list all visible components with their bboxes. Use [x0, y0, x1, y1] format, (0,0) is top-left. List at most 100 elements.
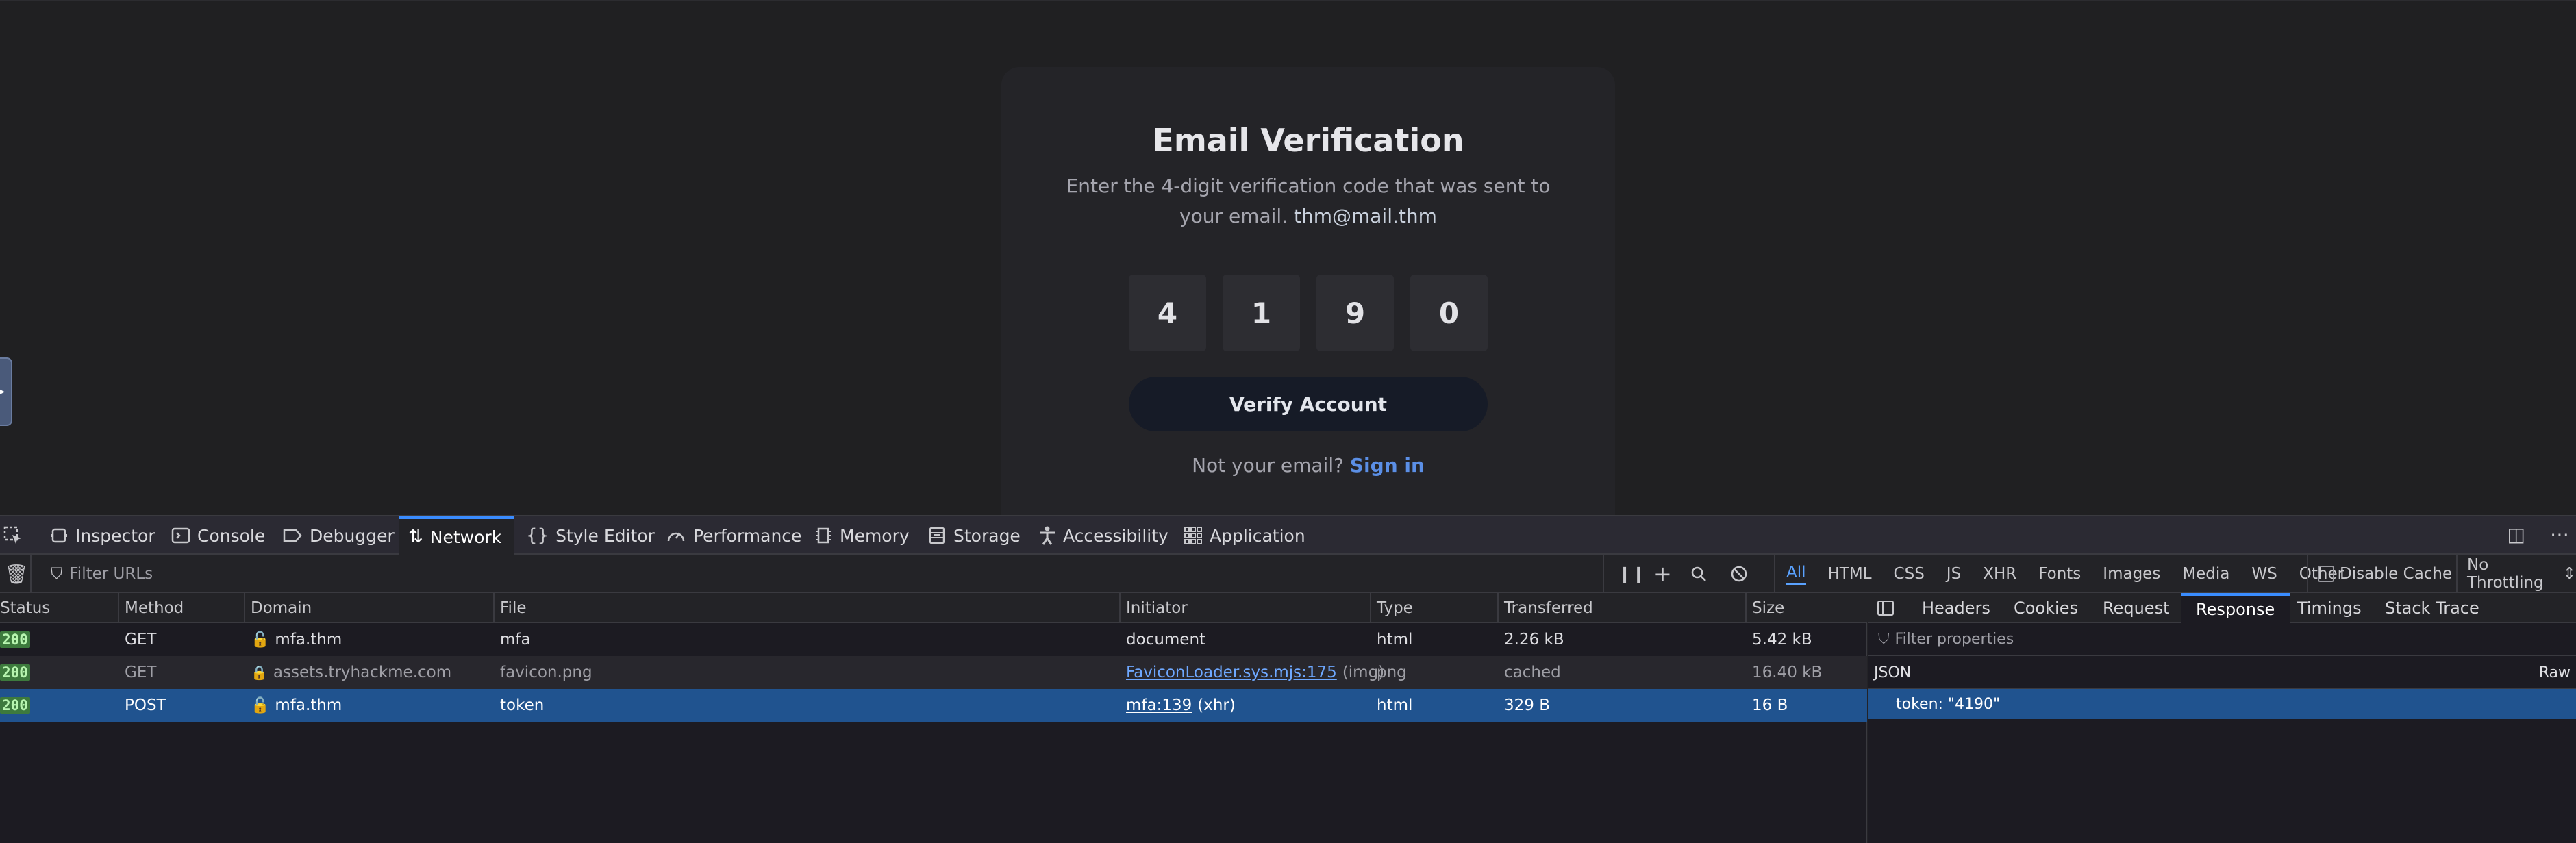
- verification-card: Email Verification Enter the 4-digit ver…: [1001, 67, 1615, 515]
- disable-cache-toggle[interactable]: Disable Cache: [2307, 555, 2452, 593]
- tab-label: Network: [429, 527, 502, 547]
- size: 16 B: [1752, 696, 1788, 714]
- tab-debugger[interactable]: Debugger: [282, 516, 395, 555]
- file: token: [500, 696, 545, 714]
- tab-request[interactable]: Request: [2103, 593, 2170, 623]
- disable-cache-checkbox[interactable]: [2318, 566, 2334, 582]
- application-grid-icon: [1184, 527, 1202, 544]
- tab-style-editor[interactable]: {} Style Editor: [526, 516, 655, 555]
- filter-properties-input[interactable]: Filter properties: [1895, 631, 2014, 648]
- filter-all[interactable]: All: [1775, 555, 1817, 593]
- tab-label: Console: [197, 525, 266, 546]
- dock-side-icon[interactable]: ◫: [2508, 523, 2525, 546]
- network-toolbar: 🗑 ⛉ Filter URLs ❙❙ + All HTML CSS JS XHR…: [0, 555, 2576, 593]
- col-transferred[interactable]: Transferred: [1497, 593, 1745, 623]
- toggle-sidebar-icon[interactable]: [1877, 593, 1895, 623]
- code-digit-1[interactable]: 4: [1129, 275, 1206, 351]
- filter-fonts[interactable]: Fonts: [2027, 555, 2092, 593]
- tab-label: Performance: [693, 525, 802, 546]
- domain: mfa.thm: [275, 631, 342, 649]
- code-digit-3[interactable]: 9: [1316, 275, 1394, 351]
- verification-description: Enter the 4-digit verification code that…: [1049, 171, 1567, 231]
- table-row[interactable]: 200 POST 🔓 mfa.thm token mfa:139 (xhr) ht…: [0, 689, 1867, 722]
- filter-images[interactable]: Images: [2092, 555, 2171, 593]
- sign-in-link[interactable]: Sign in: [1350, 454, 1425, 477]
- search-icon[interactable]: [1690, 555, 1707, 593]
- braces-icon: {}: [526, 525, 549, 546]
- request-type-filters: All HTML CSS JS XHR Fonts Images Media W…: [1774, 555, 2355, 593]
- col-status[interactable]: Status: [0, 593, 118, 623]
- filter-funnel-icon: ⛉: [1878, 630, 1890, 648]
- clear-requests-trash-icon[interactable]: 🗑: [4, 555, 29, 593]
- filter-urls-input[interactable]: Filter URLs: [69, 565, 153, 583]
- initiator-link[interactable]: mfa:139: [1126, 696, 1192, 714]
- col-file[interactable]: File: [493, 593, 1119, 623]
- col-domain[interactable]: Domain: [244, 593, 493, 623]
- filter-urls-box[interactable]: ⛉ Filter URLs: [30, 555, 153, 593]
- initiator-link[interactable]: FaviconLoader.sys.mjs:175: [1126, 664, 1337, 681]
- verify-account-button[interactable]: Verify Account: [1129, 377, 1488, 431]
- method: POST: [125, 696, 166, 714]
- file: mfa: [500, 631, 531, 649]
- block-urls-icon[interactable]: [1730, 555, 1748, 593]
- tab-performance[interactable]: Performance: [666, 516, 801, 555]
- browser-window: ▸ Email Verification Enter the 4-digit v…: [0, 0, 2576, 843]
- json-token-property[interactable]: token: "4190": [1868, 689, 2576, 719]
- tab-console[interactable]: Console: [171, 516, 265, 555]
- table-row[interactable]: 200 GET 🔒 assets.tryhackme.com favicon.p…: [0, 656, 1867, 689]
- code-digit-4[interactable]: 0: [1410, 275, 1488, 351]
- filter-js[interactable]: JS: [1936, 555, 1972, 593]
- element-picker-button[interactable]: [3, 516, 23, 555]
- filter-media[interactable]: Media: [2171, 555, 2240, 593]
- filter-html[interactable]: HTML: [1817, 555, 1883, 593]
- status-badge: 200: [0, 631, 30, 648]
- col-type[interactable]: Type: [1370, 593, 1497, 623]
- console-icon: [171, 527, 190, 544]
- tab-network[interactable]: ⇅ Network: [399, 516, 514, 555]
- throttling-value: No Throttling: [2467, 556, 2544, 592]
- status-badge: 200: [0, 664, 30, 681]
- sidebar-toggle-handle[interactable]: ▸: [0, 357, 12, 426]
- filter-ws[interactable]: WS: [2240, 555, 2288, 593]
- request-list: Status Method Domain File Initiator Type…: [0, 593, 1867, 843]
- filter-xhr[interactable]: XHR: [1972, 555, 2027, 593]
- col-initiator[interactable]: Initiator: [1119, 593, 1370, 623]
- tab-stack-trace[interactable]: Stack Trace: [2385, 593, 2479, 623]
- tab-memory[interactable]: Memory: [814, 516, 910, 555]
- initiator: document: [1126, 631, 1206, 649]
- type: png: [1377, 664, 1407, 681]
- tab-storage[interactable]: Storage: [927, 516, 1021, 555]
- raw-toggle[interactable]: Raw: [2539, 656, 2571, 689]
- tab-label: Style Editor: [555, 525, 655, 546]
- code-input-row: 4 1 9 0: [1129, 275, 1488, 351]
- page-viewport: ▸ Email Verification Enter the 4-digit v…: [0, 0, 2576, 515]
- tab-accessibility[interactable]: Accessibility: [1038, 516, 1168, 555]
- json-view-header: JSON Raw: [1868, 656, 2576, 689]
- filter-properties-box[interactable]: ⛉ Filter properties: [1868, 623, 2576, 656]
- inspector-icon: [51, 528, 67, 543]
- tab-label: Application: [1210, 525, 1305, 546]
- tab-label: Accessibility: [1063, 525, 1168, 546]
- more-options-icon[interactable]: ⋯: [2550, 523, 2569, 546]
- table-row[interactable]: 200 GET 🔓 mfa.thm mfa document html 2.26…: [0, 623, 1867, 656]
- filter-css[interactable]: CSS: [1883, 555, 1936, 593]
- tab-headers[interactable]: Headers: [1922, 593, 1990, 623]
- type: html: [1377, 631, 1413, 649]
- tab-application[interactable]: Application: [1184, 516, 1305, 555]
- tab-label: Debugger: [310, 525, 395, 546]
- details-tabbar: Headers Cookies Request Response Timings…: [1868, 593, 2576, 623]
- col-size[interactable]: Size: [1745, 593, 1867, 623]
- add-request-plus-icon[interactable]: +: [1653, 555, 1672, 593]
- not-your-email-line: Not your email? Sign in: [1001, 454, 1615, 477]
- tab-timings[interactable]: Timings: [2297, 593, 2362, 623]
- tab-label: Memory: [840, 525, 910, 546]
- gauge-icon: [667, 532, 685, 542]
- code-digit-2[interactable]: 1: [1223, 275, 1300, 351]
- throttling-select[interactable]: No Throttling ⇕: [2456, 555, 2576, 593]
- pause-icon[interactable]: ❙❙: [1603, 555, 1645, 593]
- tab-inspector[interactable]: Inspector: [49, 516, 155, 555]
- col-method[interactable]: Method: [118, 593, 244, 623]
- tab-response[interactable]: Response: [2181, 593, 2290, 623]
- not-email-text: Not your email?: [1192, 454, 1344, 477]
- tab-cookies[interactable]: Cookies: [2014, 593, 2078, 623]
